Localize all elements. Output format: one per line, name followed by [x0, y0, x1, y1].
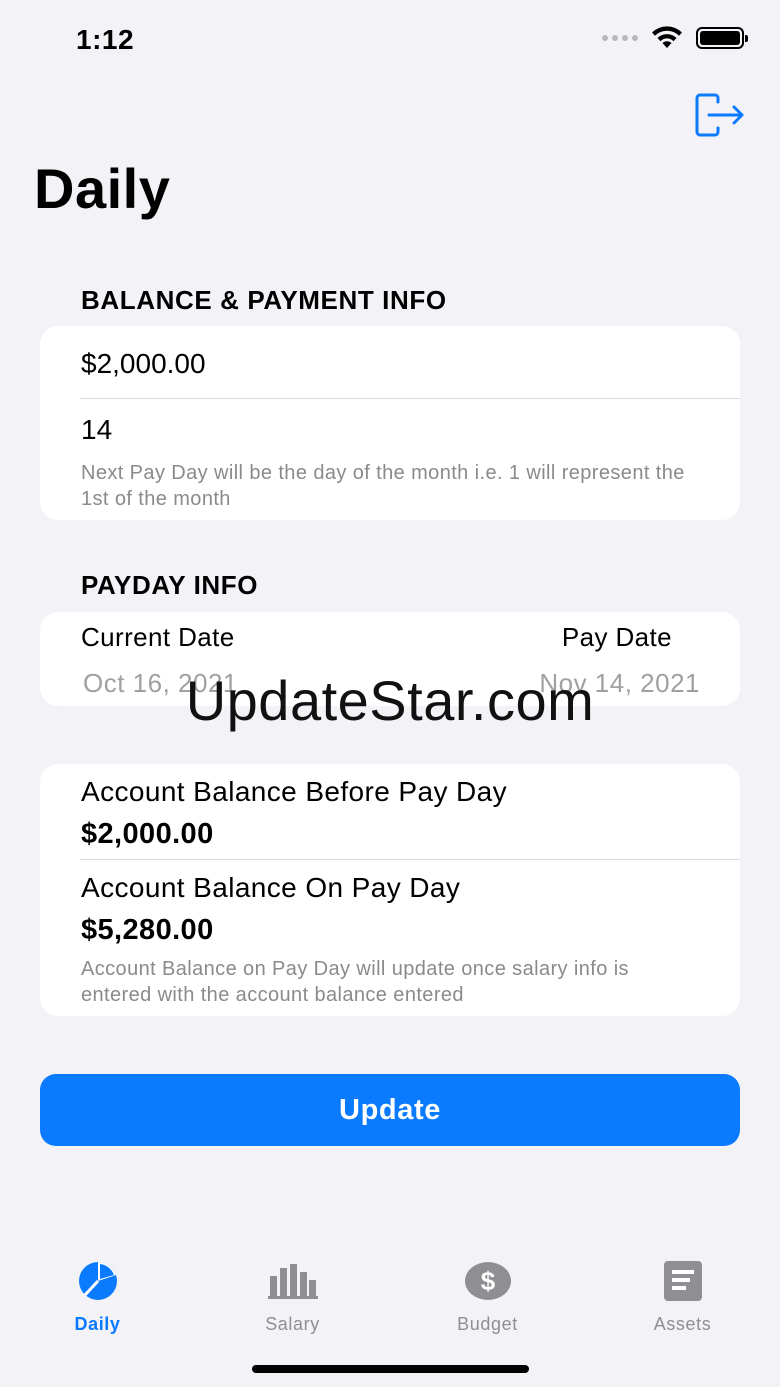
status-bar: 1:12 — [0, 0, 780, 80]
payday-helper-text: Next Pay Day will be the day of the mont… — [81, 462, 685, 510]
cellular-signal-icon — [602, 35, 638, 41]
update-button[interactable]: Update — [40, 1074, 740, 1146]
tab-daily[interactable]: Daily — [0, 1240, 195, 1350]
home-indicator — [252, 1365, 529, 1373]
payday-section-header: PAYDAY INFO — [81, 570, 259, 600]
tab-assets[interactable]: Assets — [585, 1240, 780, 1350]
balance-section-header: BALANCE & PAYMENT INFO — [81, 285, 447, 315]
payday-input[interactable] — [81, 410, 701, 450]
balance-input[interactable] — [81, 344, 701, 384]
logout-button[interactable] — [694, 92, 746, 138]
page-title: Daily — [34, 157, 171, 220]
balance-on-label: Account Balance On Pay Day — [81, 872, 461, 903]
tab-label: Salary — [265, 1314, 320, 1334]
pie-chart-icon — [73, 1258, 123, 1304]
tab-label: Daily — [74, 1314, 121, 1334]
balance-helper-text: Account Balance on Pay Day will update o… — [81, 958, 629, 1006]
status-icons — [602, 26, 748, 50]
balance-on-value: $5,280.00 — [81, 914, 214, 946]
balance-before-label: Account Balance Before Pay Day — [81, 776, 508, 807]
current-date-value: Oct 16, 2021 — [83, 668, 238, 698]
tab-label: Assets — [653, 1314, 712, 1334]
tab-label: Budget — [457, 1314, 518, 1334]
balance-before-value: $2,000.00 — [81, 818, 214, 850]
pay-date-value: Nov 14, 2021 — [539, 668, 700, 698]
battery-icon — [696, 27, 748, 49]
tab-budget[interactable]: $ Budget — [390, 1240, 585, 1350]
balances-card: Account Balance Before Pay Day $2,000.00… — [40, 764, 740, 1016]
payday-card: Current Date Pay Date Oct 16, 2021 Nov 1… — [40, 612, 740, 706]
svg-text:$: $ — [480, 1266, 495, 1296]
balance-card: Next Pay Day will be the day of the mont… — [40, 326, 740, 520]
status-time: 1:12 — [76, 24, 135, 55]
pay-date-label: Pay Date — [561, 622, 672, 652]
dollar-circle-icon: $ — [463, 1258, 513, 1304]
divider — [80, 398, 740, 399]
divider — [80, 859, 740, 860]
tab-bar: Daily Salary $ Budget Assets — [0, 1240, 780, 1350]
wifi-icon — [652, 26, 682, 48]
tab-salary[interactable]: Salary — [195, 1240, 390, 1350]
logout-icon — [695, 93, 744, 137]
document-icon — [658, 1258, 708, 1304]
current-date-label: Current Date — [81, 622, 235, 652]
bar-chart-icon — [267, 1258, 318, 1304]
